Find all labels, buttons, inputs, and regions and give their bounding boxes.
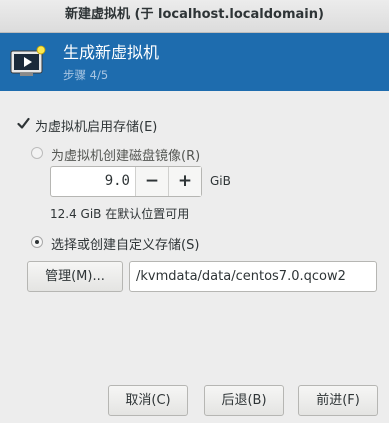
window-title: 新建虚拟机 (于 localhost.localdomain): [65, 7, 324, 22]
storage-path-input[interactable]: /kvmdata/data/centos7.0.qcow2: [129, 261, 377, 292]
monitor-play-icon: [10, 45, 46, 76]
create-image-label[interactable]: 为虚拟机创建磁盘镜像(R): [51, 145, 200, 164]
custom-storage-radio[interactable]: [31, 236, 43, 248]
decrease-size-button[interactable]: −: [135, 167, 168, 196]
wizard-header: 生成新虚拟机 步骤 4/5: [0, 33, 389, 91]
manage-button[interactable]: 管理(M)...: [27, 261, 123, 292]
enable-storage-checkbox[interactable]: [17, 117, 30, 130]
custom-storage-label[interactable]: 选择或创建自定义存储(S): [51, 234, 199, 253]
disk-size-stepper: 9.0 − +: [50, 166, 202, 197]
cancel-button[interactable]: 取消(C): [108, 385, 188, 416]
increase-size-button[interactable]: +: [168, 167, 201, 196]
disk-size-input[interactable]: 9.0: [51, 167, 135, 196]
available-space-text: 12.4 GiB 在默认位置可用: [50, 207, 190, 221]
window-titlebar: 新建虚拟机 (于 localhost.localdomain): [0, 0, 389, 33]
enable-storage-label[interactable]: 为虚拟机启用存储(E): [35, 116, 157, 135]
wizard-step: 步骤 4/5: [63, 68, 109, 82]
create-image-radio[interactable]: [31, 147, 43, 159]
back-button[interactable]: 后退(B): [204, 385, 284, 416]
wizard-title: 生成新虚拟机: [63, 43, 160, 62]
forward-button[interactable]: 前进(F): [298, 385, 378, 416]
size-unit-label: GiB: [210, 174, 231, 188]
